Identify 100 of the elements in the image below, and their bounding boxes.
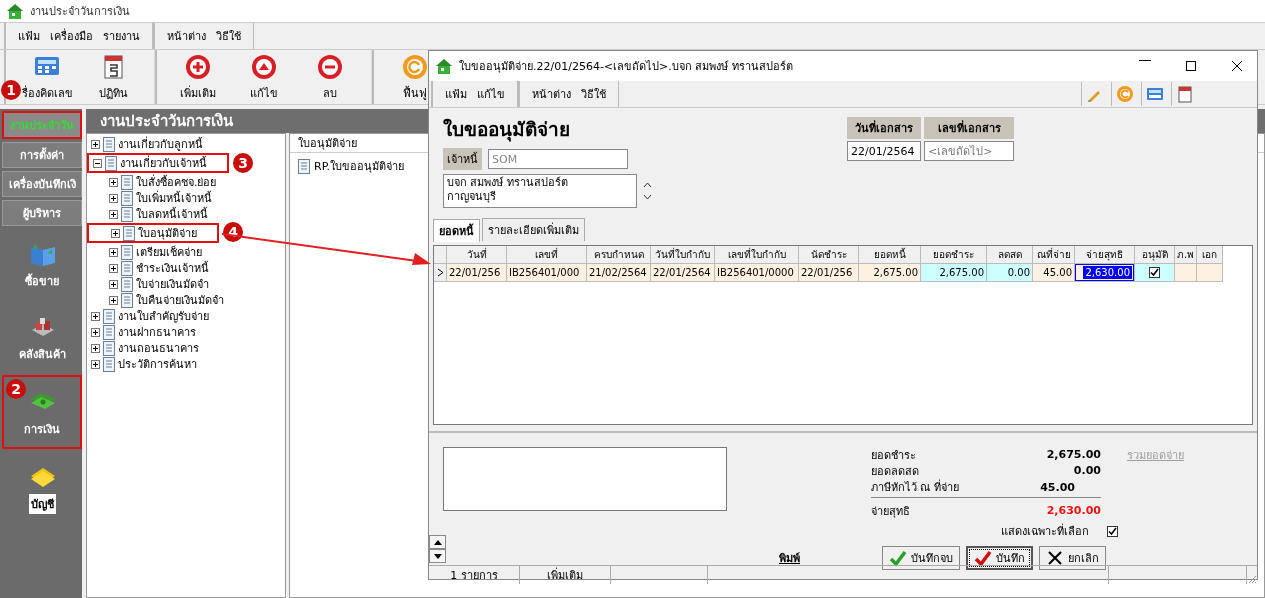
expand-icon[interactable]	[91, 327, 100, 337]
number-field[interactable]: <เลขถัดไป>	[924, 141, 1014, 161]
minus-icon	[316, 52, 344, 81]
window-title: ใบขออนุมัติจ่าย.22/01/2564-<เลขถัดไป>.บจก สมพงษ์ ทรานสปอร์ต	[459, 59, 794, 75]
list-item[interactable]: RP.ใบขออนุมัติจ่าย	[314, 157, 405, 175]
action-button[interactable]: ยกเลิก	[1039, 546, 1106, 570]
tab[interactable]: ยอดหนี้	[433, 219, 480, 242]
tree-item[interactable]: งานเกี่ยวกับเจ้าหนี้	[120, 154, 207, 172]
column-header: อนุมัติ	[1135, 246, 1175, 264]
tree-item[interactable]: ใบสั่งซื้อคชจ.ย่อย	[136, 173, 217, 191]
menu-item[interactable]: หน้าต่าง	[532, 85, 571, 103]
nav-tab[interactable]: ผู้บริหาร	[2, 200, 82, 226]
check-icon	[889, 549, 907, 567]
table-cell: 22/01/2564	[651, 264, 715, 282]
document-icon	[103, 340, 115, 356]
document-icon	[123, 225, 135, 241]
expand-icon[interactable]	[109, 177, 118, 187]
menu-item[interactable]: แฟ้ม	[18, 27, 40, 45]
expand-icon[interactable]	[91, 343, 100, 353]
resize-grip-icon	[1247, 574, 1257, 584]
tree-item[interactable]: งานใบสำคัญรับจ่าย	[118, 307, 209, 325]
calculator-icon[interactable]	[1145, 85, 1164, 103]
menu-item[interactable]: แฟ้ม	[445, 85, 467, 103]
date-field[interactable]: 22/01/2564	[847, 141, 921, 161]
tree-item[interactable]: งานเกี่ยวกับลูกหนี้	[118, 135, 203, 153]
document-icon	[121, 206, 133, 222]
expand-icon[interactable]	[91, 139, 100, 149]
calendar-icon[interactable]	[1175, 85, 1194, 103]
up-caret-icon	[643, 182, 652, 188]
toolbar-button[interactable]: แก้ไข	[233, 52, 295, 102]
expand-icon[interactable]	[109, 247, 118, 257]
tree-item[interactable]: ชำระเงินเจ้าหนี้	[136, 259, 209, 277]
table-cell: 2,675.00	[921, 264, 987, 282]
column-header: เอก	[1197, 246, 1223, 264]
toolbar-button[interactable]: เพิ่มเติม	[167, 52, 229, 102]
tree-item[interactable]: ใบเพิ่มหนี้เจ้าหนี้	[136, 189, 212, 207]
down-caret-icon[interactable]	[433, 553, 442, 559]
column-header: ยอดชำระ	[921, 246, 987, 264]
tree-item[interactable]: งานถอนธนาคาร	[118, 339, 199, 357]
table-cell: 21/02/2564	[587, 264, 651, 282]
menu-item[interactable]: เครื่องมือ	[50, 27, 93, 45]
expand-icon[interactable]	[109, 263, 118, 273]
tree-item[interactable]: ประวัติการค้นหา	[118, 355, 197, 373]
table-cell: IB256401/000	[507, 264, 587, 282]
summary-label: จ่ายสุทธิ	[871, 503, 911, 520]
action-button[interactable]: บันทึกจบ	[882, 546, 960, 570]
table-cell: 0.00	[987, 264, 1033, 282]
tree-item[interactable]: ใบลดหนี้เจ้าหนี้	[136, 205, 208, 223]
address-field[interactable]: บจก สมพงษ์ ทรานสปอร์ต กาญจนบุรี	[443, 174, 637, 208]
expand-icon[interactable]	[109, 279, 118, 289]
tab[interactable]: รายละเอียดเพิ่มเติม	[482, 218, 585, 241]
column-header: นัดชำระ	[799, 246, 859, 264]
up-caret-icon[interactable]	[433, 539, 442, 545]
action-button[interactable]: บันทึก	[966, 546, 1033, 570]
summary-value: 45.00	[1039, 480, 1075, 494]
nav-item[interactable]: การเงิน	[22, 419, 62, 439]
menu-item[interactable]: รายงาน	[103, 27, 140, 45]
check-icon	[974, 549, 992, 567]
column-header: วันที่	[447, 246, 507, 264]
checkbox[interactable]	[1149, 267, 1160, 278]
menu-item[interactable]: วิธีใช้	[216, 27, 241, 45]
status-text: เพิ่มเติม	[520, 566, 611, 584]
toolbar-button[interactable]: ลบ	[299, 52, 361, 102]
expand-icon[interactable]	[91, 311, 100, 321]
nav-tab[interactable]: การตั้งค่า	[2, 142, 82, 168]
expand-icon[interactable]	[109, 209, 118, 219]
expand-icon[interactable]	[109, 193, 118, 203]
table-cell: 22/01/256	[447, 264, 507, 282]
expand-icon[interactable]	[91, 359, 100, 369]
menu-item[interactable]: แก้ไข	[477, 85, 505, 103]
status-text: 1 รายการ	[429, 566, 520, 584]
tree-item[interactable]: เตรียมเช็คจ่าย	[136, 243, 202, 261]
nav-tab[interactable]: เครื่องบันทึกเงิ	[2, 171, 82, 197]
expand-icon[interactable]	[111, 228, 120, 238]
nav-item[interactable]: บัญชี	[28, 494, 56, 514]
menu-item[interactable]: วิธีใช้	[581, 85, 606, 103]
collapse-icon[interactable]	[93, 158, 102, 168]
menu-item[interactable]: หน้าต่าง	[167, 27, 206, 45]
tree-item[interactable]: ใบอนุมัติจ่าย	[138, 224, 197, 242]
print-link[interactable]: พิมพ์	[779, 549, 800, 567]
column-header: เลขที่	[507, 246, 587, 264]
nav-item[interactable]: คลังสินค้า	[16, 344, 68, 364]
checkbox[interactable]	[1107, 525, 1118, 537]
table-cell: 2,630.00	[1075, 264, 1135, 282]
field-label: เลขที่เอกสาร	[924, 117, 1014, 139]
summary-value: 2,630.00	[1045, 504, 1101, 517]
expand-icon[interactable]	[109, 295, 118, 305]
nav-item[interactable]: ซื้อขาย	[23, 271, 61, 291]
field-label: เจ้าหนี้	[443, 148, 482, 170]
window-title: งานประจำวันการเงิน	[30, 4, 130, 20]
tree-item[interactable]: ใบจ่ายเงินมัดจำ	[136, 275, 209, 293]
summary-label: ภาษีหักไว้ ณ ที่จ่าย	[871, 478, 960, 496]
tree-item[interactable]: ใบคืนจ่ายเงินมัดจำ	[136, 291, 224, 309]
document-icon	[121, 244, 133, 260]
memo-field[interactable]	[443, 447, 727, 511]
number-badge: 2	[6, 379, 26, 399]
tree-item[interactable]: งานฝากธนาคาร	[118, 323, 196, 341]
toolbar-button[interactable]: ปฏิทิน	[82, 52, 144, 102]
summary-label: ยอดชำระ	[871, 447, 917, 464]
column-header: ณที่จ่าย	[1033, 246, 1075, 264]
